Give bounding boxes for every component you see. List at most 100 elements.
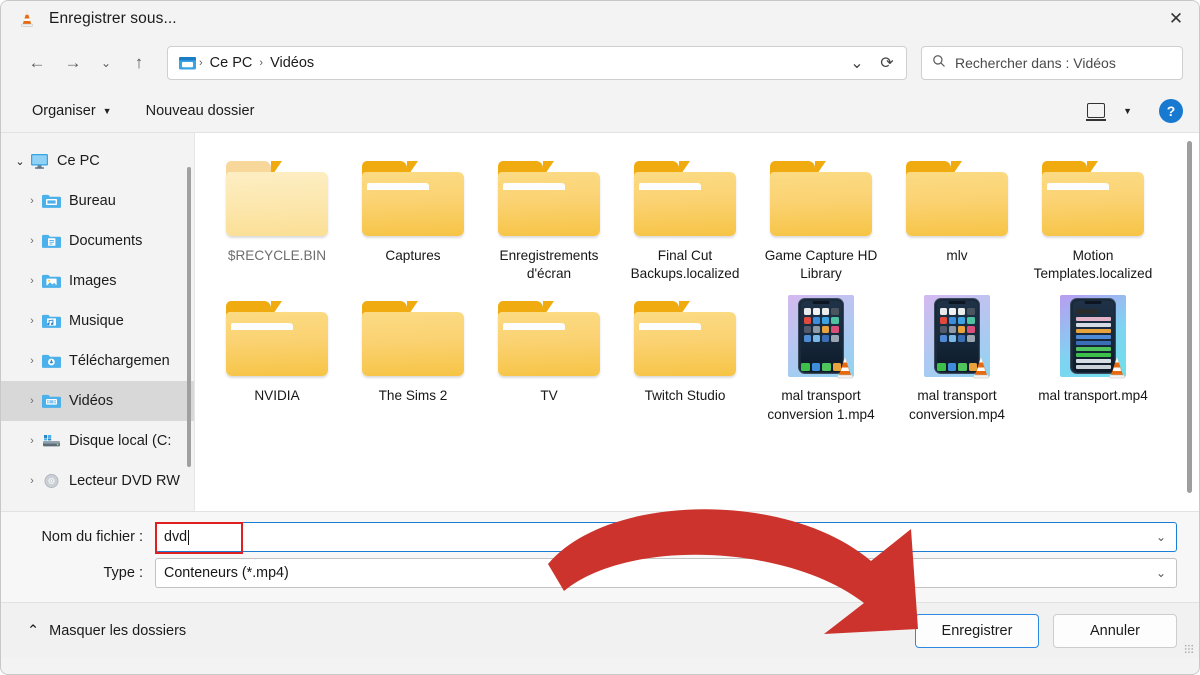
file-list-scrollbar[interactable]: [1185, 141, 1193, 493]
sidebar-item-musique[interactable]: › Musique: [1, 301, 194, 341]
folder-icon: [633, 159, 737, 237]
thumbnail: [358, 153, 468, 237]
chevron-right-icon[interactable]: ›: [23, 395, 41, 407]
recent-locations-button[interactable]: ⌄: [91, 47, 121, 79]
file-name: TV: [540, 388, 558, 404]
chevron-down-icon[interactable]: ⌄: [1146, 523, 1176, 551]
title-bar: Enregistrer sous... ✕: [1, 1, 1199, 37]
thumbnail: [766, 153, 876, 237]
file-name: Captures: [385, 248, 441, 263]
music-folder-icon: [41, 312, 62, 330]
view-layout-icon: [1086, 103, 1106, 121]
file-item[interactable]: Enregistrements d'écran: [481, 147, 617, 287]
refresh-icon[interactable]: ⟳: [872, 49, 902, 77]
view-mode-button[interactable]: [1078, 98, 1114, 123]
file-item[interactable]: mlv: [889, 147, 1025, 287]
file-item[interactable]: The Sims 2: [345, 287, 481, 427]
chevron-right-icon[interactable]: ›: [23, 435, 41, 447]
resize-grip[interactable]: [1184, 644, 1194, 654]
chevron-right-icon[interactable]: ›: [23, 235, 41, 247]
back-button[interactable]: ←: [19, 47, 55, 79]
folder-icon: [361, 159, 465, 237]
sidebar-item-ce-pc[interactable]: ⌄ Ce PC: [1, 141, 194, 181]
save-button[interactable]: Enregistrer: [915, 613, 1039, 648]
text-cursor: [188, 529, 190, 545]
breadcrumb-separator-1: ›: [259, 57, 264, 69]
up-button[interactable]: ↑: [121, 47, 157, 79]
sidebar-item-videos[interactable]: › Vidéos: [1, 381, 194, 421]
chevron-down-icon[interactable]: ⌄: [11, 155, 29, 168]
filetype-select[interactable]: Conteneurs (*.mp4) ⌄: [155, 558, 1177, 588]
file-list-panel[interactable]: $RECYCLE.BIN Captures Enregistrements d'…: [194, 133, 1199, 511]
sidebar-item-telechargements[interactable]: › Téléchargemen: [1, 341, 194, 381]
hide-folders-button[interactable]: ⌃ Masquer les dossiers: [19, 617, 194, 645]
forward-button[interactable]: →: [55, 47, 91, 79]
chevron-down-icon[interactable]: ⌄: [842, 49, 872, 77]
file-item[interactable]: TV: [481, 287, 617, 427]
dialog-footer: ⌃ Masquer les dossiers Enregistrer Annul…: [1, 602, 1199, 658]
sidebar-item-images[interactable]: › Images: [1, 261, 194, 301]
file-item[interactable]: NVIDIA: [209, 287, 345, 427]
file-name: mlv: [946, 248, 968, 263]
file-list-scrollbar-thumb[interactable]: [1186, 141, 1192, 493]
thumbnail: [222, 153, 332, 237]
breadcrumb-item-ce-pc[interactable]: Ce PC: [205, 53, 258, 73]
filetype-value: Conteneurs (*.mp4): [164, 565, 289, 581]
file-name: mal transport.mp4: [1038, 388, 1148, 404]
cancel-button[interactable]: Annuler: [1053, 613, 1177, 648]
chevron-right-icon[interactable]: ›: [23, 315, 41, 327]
file-item[interactable]: mal transport conversion.mp4: [889, 287, 1025, 427]
filename-value: dvd: [164, 529, 188, 545]
help-button[interactable]: ?: [1159, 98, 1183, 123]
vlc-cone-icon: [1104, 354, 1130, 380]
sidebar-item-bureau[interactable]: › Bureau: [1, 181, 194, 221]
chevron-right-icon[interactable]: ›: [23, 355, 41, 367]
breadcrumb-item-videos[interactable]: Vidéos: [265, 53, 319, 73]
search-placeholder: Rechercher dans : Vidéos: [955, 55, 1116, 71]
folder-icon: [225, 299, 329, 377]
downloads-folder-icon: [41, 352, 62, 370]
vlc-cone-icon: [832, 354, 858, 380]
filetype-label: Type :: [103, 565, 144, 581]
close-icon[interactable]: ✕: [1153, 1, 1199, 37]
chevron-right-icon[interactable]: ›: [23, 195, 41, 207]
new-folder-button[interactable]: Nouveau dossier: [137, 98, 264, 124]
file-item[interactable]: Captures: [345, 147, 481, 287]
address-bar[interactable]: › Ce PC › Vidéos ⌄ ⟳: [167, 46, 907, 80]
file-name: mal transport conversion 1.mp4: [767, 388, 875, 422]
chevron-down-icon: ▼: [1123, 105, 1132, 116]
file-name: Final Cut Backups.localized: [630, 248, 740, 282]
sidebar-scrollbar[interactable]: [185, 167, 192, 467]
file-item[interactable]: $RECYCLE.BIN: [209, 147, 345, 287]
sidebar-item-label: Vidéos: [69, 393, 114, 409]
view-mode-dropdown[interactable]: ▼: [1114, 101, 1141, 121]
thumbnail: [1038, 153, 1148, 237]
vlc-cone-icon: [17, 9, 37, 29]
file-item[interactable]: Final Cut Backups.localized: [617, 147, 753, 287]
file-item[interactable]: Twitch Studio: [617, 287, 753, 427]
sidebar-item-label: Bureau: [69, 193, 116, 209]
organize-button[interactable]: Organiser ▼: [23, 98, 121, 124]
chevron-right-icon[interactable]: ›: [23, 275, 41, 287]
sidebar-item-documents[interactable]: › Documents: [1, 221, 194, 261]
hide-folders-label: Masquer les dossiers: [49, 622, 187, 639]
file-item[interactable]: Game Capture HD Library: [753, 147, 889, 287]
dvd-drive-icon: [41, 472, 62, 490]
navigation-bar: ← → ⌄ ↑ › Ce PC › Vidéos ⌄ ⟳ Rechercher …: [1, 37, 1199, 89]
file-name: NVIDIA: [254, 388, 300, 404]
sidebar-scrollbar-thumb[interactable]: [186, 167, 191, 467]
filename-input[interactable]: dvd ⌄: [155, 522, 1177, 554]
sidebar-item-lecteur-dvd[interactable]: › Lecteur DVD RW: [1, 461, 194, 501]
save-form: Nom du fichier : dvd ⌄ Type : Conteneurs…: [1, 511, 1199, 602]
sidebar-item-disque-local[interactable]: › Disque local (C:: [1, 421, 194, 461]
chevron-right-icon[interactable]: ›: [23, 475, 41, 487]
file-item[interactable]: Motion Templates.localized: [1025, 147, 1161, 287]
filename-row: Nom du fichier : dvd ⌄: [23, 522, 1177, 554]
chevron-down-icon[interactable]: ⌄: [1146, 559, 1176, 587]
sidebar-item-label: Images: [69, 273, 117, 289]
command-toolbar: Organiser ▼ Nouveau dossier ▼ ?: [1, 89, 1199, 133]
folder-icon: [225, 159, 329, 237]
file-item[interactable]: mal transport conversion 1.mp4: [753, 287, 889, 427]
file-item[interactable]: mal transport.mp4: [1025, 287, 1161, 427]
search-input[interactable]: Rechercher dans : Vidéos: [921, 46, 1183, 80]
